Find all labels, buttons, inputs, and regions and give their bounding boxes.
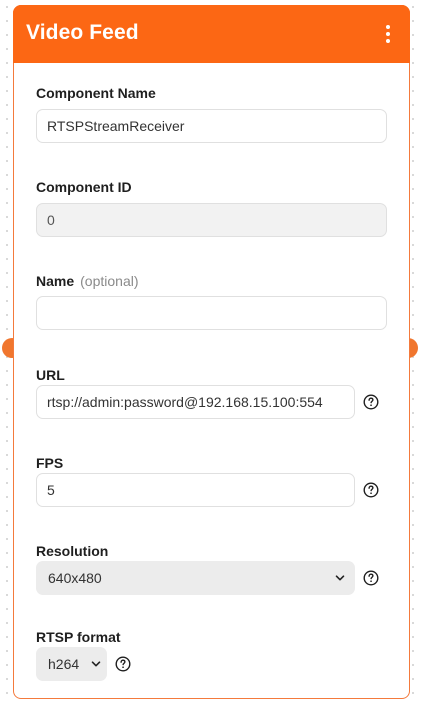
help-circle-icon[interactable] [115,656,131,672]
node-header[interactable]: Video Feed [13,5,410,63]
chevron-down-icon [91,661,101,667]
name-label-text: Name [36,273,75,289]
name-input[interactable] [36,296,387,330]
component-name-input[interactable] [36,109,387,143]
chevron-down-icon [335,575,345,581]
fps-label: FPS [36,455,64,471]
url-label: URL [36,367,65,383]
help-circle-icon[interactable] [363,482,379,498]
fps-input[interactable] [36,473,355,507]
component-id-label: Component ID [36,179,132,195]
component-name-label: Component Name [36,85,156,101]
rtsp-format-value: h264 [48,656,80,672]
help-circle-icon[interactable] [363,394,379,410]
resolution-label: Resolution [36,543,109,559]
resolution-select[interactable]: 640x480 [36,561,355,595]
optional-hint: (optional) [80,273,139,289]
url-input[interactable] [36,385,355,419]
help-circle-icon[interactable] [363,570,379,586]
rtsp-format-select[interactable]: h264 [36,647,107,681]
component-id-input [36,203,387,237]
video-feed-node[interactable]: Video Feed Component Name Component ID N… [13,5,410,699]
resolution-value: 640x480 [48,570,102,586]
more-vertical-icon[interactable] [380,22,396,46]
name-label: Name (optional) [36,273,139,289]
node-title: Video Feed [26,21,139,44]
rtsp-format-label: RTSP format [36,629,121,645]
